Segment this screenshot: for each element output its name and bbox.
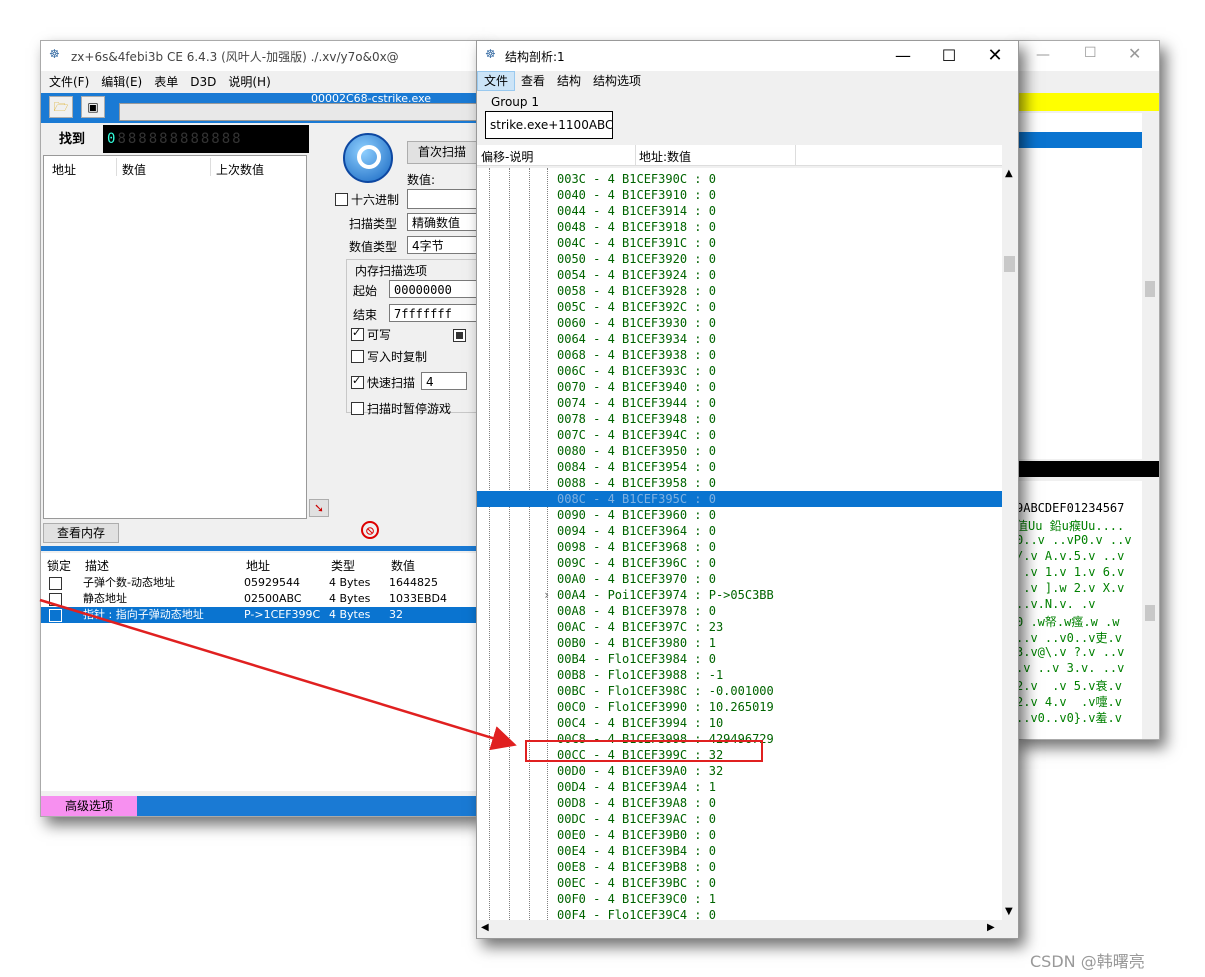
watermark: CSDN @韩曙亮 [1030, 952, 1145, 971]
annotation-arrow [39, 598, 517, 751]
